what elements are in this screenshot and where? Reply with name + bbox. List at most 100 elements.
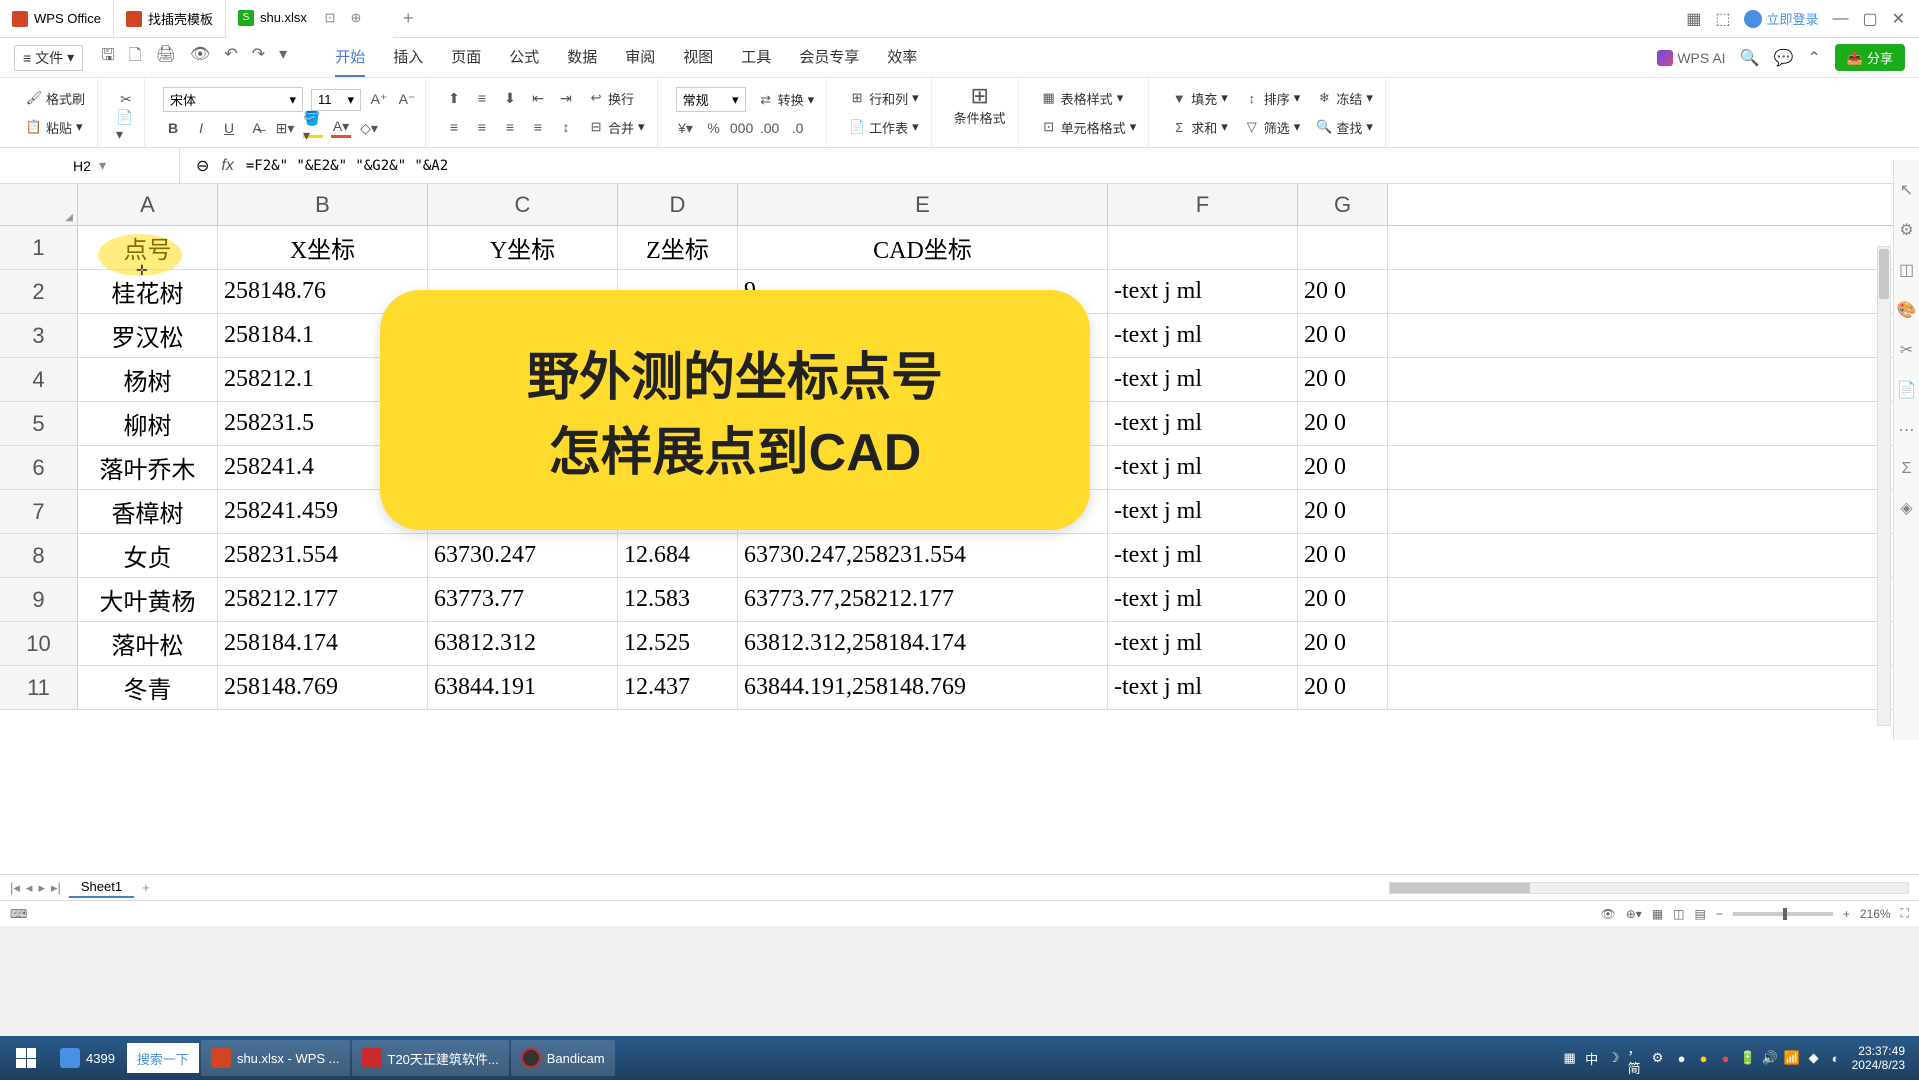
select-all-corner[interactable]	[0, 184, 78, 225]
cell[interactable]: 柳树	[78, 402, 218, 445]
tray-network-icon[interactable]: 📶	[1784, 1050, 1800, 1066]
cell[interactable]: 63844.191	[428, 666, 618, 709]
undo-icon[interactable]: ↶	[224, 44, 237, 71]
col-header-g[interactable]: G	[1298, 184, 1388, 225]
target-icon[interactable]: ⊕▾	[1626, 907, 1642, 921]
tab-data[interactable]: 数据	[567, 38, 597, 77]
zoom-in-icon[interactable]: +	[1843, 907, 1850, 921]
align-center-icon[interactable]: ≡	[472, 117, 492, 137]
row-header[interactable]: 4	[0, 358, 78, 401]
zoom-level[interactable]: 216%	[1860, 907, 1891, 921]
currency-icon[interactable]: ¥▾	[676, 118, 696, 138]
tray-grid-icon[interactable]: ▦	[1562, 1050, 1578, 1066]
template-tab[interactable]: 找插壳模板	[114, 0, 226, 38]
fullscreen-icon[interactable]: ⛶	[1901, 906, 1909, 921]
sidebar-chart-icon[interactable]: 🎨	[1897, 300, 1917, 320]
underline-icon[interactable]: U	[219, 118, 239, 138]
minimize-button[interactable]: —	[1832, 10, 1848, 28]
cell[interactable]: 20 0	[1298, 622, 1388, 665]
cell[interactable]: 落叶松	[78, 622, 218, 665]
tray-icon-3[interactable]: ◆	[1806, 1050, 1822, 1066]
bold-icon[interactable]: B	[163, 118, 183, 138]
cell[interactable]: 香樟树	[78, 490, 218, 533]
cell[interactable]: 12.525	[618, 622, 738, 665]
sidebar-file-icon[interactable]: 📄	[1897, 380, 1917, 400]
tray-keyboard-icon[interactable]: ，简	[1628, 1050, 1644, 1066]
cell[interactable]: 12.437	[618, 666, 738, 709]
col-header-b[interactable]: B	[218, 184, 428, 225]
col-header-d[interactable]: D	[618, 184, 738, 225]
cell[interactable]: -text j ml	[1108, 402, 1298, 445]
cell[interactable]: 20 0	[1298, 270, 1388, 313]
tab-efficiency[interactable]: 效率	[887, 38, 917, 77]
horizontal-scrollbar[interactable]	[1389, 882, 1909, 894]
print-preview-icon[interactable]: 🗋	[129, 44, 142, 71]
file-menu[interactable]: ≡文件▾	[14, 45, 83, 71]
app-tab-wps[interactable]: WPS Office	[0, 0, 114, 38]
row-header[interactable]: 8	[0, 534, 78, 577]
cell[interactable]: 女贞	[78, 534, 218, 577]
zoom-icon[interactable]: ⊖	[196, 156, 209, 176]
collapse-ribbon-icon[interactable]: ⌃	[1807, 48, 1820, 68]
align-justify-icon[interactable]: ≡	[528, 117, 548, 137]
tab-view[interactable]: 视图	[683, 38, 713, 77]
tab-member[interactable]: 会员专享	[799, 38, 859, 77]
taskbar-bandicam[interactable]: Bandicam	[511, 1040, 615, 1076]
paste-button[interactable]: 📋粘贴▾	[22, 116, 87, 139]
tab-pin-icon[interactable]: ⊕	[347, 9, 365, 27]
cell[interactable]: 63773.77	[428, 578, 618, 621]
tray-gear-icon[interactable]: ⚙	[1650, 1050, 1666, 1066]
sheet-prev-icon[interactable]: ◂	[26, 880, 33, 896]
cell-format-button[interactable]: ⊡单元格格式▾	[1037, 116, 1141, 139]
sidebar-style-icon[interactable]: ◫	[1899, 260, 1914, 280]
tab-formula[interactable]: 公式	[509, 38, 539, 77]
copy-icon[interactable]: 📄▾	[116, 116, 136, 136]
wps-ai-button[interactable]: WPS AI	[1657, 50, 1725, 66]
cell[interactable]: 罗汉松	[78, 314, 218, 357]
dropdown-icon[interactable]: ▾	[279, 44, 287, 71]
formula-input[interactable]: =F2&" "&E2&" "&G2&" "&A2	[246, 158, 448, 174]
decrease-decimal-icon[interactable]: .0	[788, 118, 808, 138]
tab-page[interactable]: 页面	[451, 38, 481, 77]
sidebar-more-icon[interactable]: ⋯	[1899, 420, 1915, 440]
col-header-c[interactable]: C	[428, 184, 618, 225]
cell[interactable]: -text j ml	[1108, 578, 1298, 621]
comma-icon[interactable]: 000	[732, 118, 752, 138]
row-header[interactable]: 3	[0, 314, 78, 357]
cell[interactable]: 杨树	[78, 358, 218, 401]
wrap-button[interactable]: ↩换行	[584, 87, 638, 110]
align-top-icon[interactable]: ⬆	[444, 88, 464, 108]
merge-button[interactable]: ⊟合并▾	[584, 116, 649, 139]
add-sheet-button[interactable]: +	[142, 880, 150, 895]
start-button[interactable]	[4, 1048, 48, 1068]
tab-start[interactable]: 开始	[335, 38, 365, 77]
taskbar-cad[interactable]: T20天正建筑软件...	[352, 1040, 509, 1076]
name-box[interactable]: H2▾	[0, 148, 180, 183]
sidebar-sigma-icon[interactable]: Σ	[1902, 460, 1912, 478]
worksheet-button[interactable]: 📄工作表▾	[845, 116, 923, 139]
sheet-tab[interactable]: Sheet1	[69, 877, 134, 898]
share-button[interactable]: 📤分享	[1835, 44, 1905, 71]
cell[interactable]: Y坐标	[428, 226, 618, 269]
cell[interactable]: 点号	[78, 226, 218, 269]
decrease-font-icon[interactable]: A⁻	[397, 90, 417, 110]
cell[interactable]: 桂花树	[78, 270, 218, 313]
sidebar-settings-icon[interactable]: ⚙	[1899, 220, 1913, 240]
cell[interactable]: 20 0	[1298, 402, 1388, 445]
cell[interactable]: 20 0	[1298, 490, 1388, 533]
cell[interactable]: 63812.312	[428, 622, 618, 665]
row-header[interactable]: 11	[0, 666, 78, 709]
message-icon[interactable]: 💬	[1773, 48, 1793, 68]
align-middle-icon[interactable]: ≡	[472, 88, 492, 108]
view-normal-icon[interactable]: ▦	[1652, 907, 1663, 921]
view-break-icon[interactable]: ▤	[1695, 907, 1706, 921]
tray-moon-icon[interactable]: ☽	[1606, 1050, 1622, 1066]
cell[interactable]: 63812.312,258184.174	[738, 622, 1108, 665]
border-icon[interactable]: ⊞▾	[275, 118, 295, 138]
cell[interactable]: -text j ml	[1108, 490, 1298, 533]
cell[interactable]: -text j ml	[1108, 446, 1298, 489]
cell[interactable]: 20 0	[1298, 358, 1388, 401]
increase-decimal-icon[interactable]: .00	[760, 118, 780, 138]
indent-left-icon[interactable]: ⇤	[528, 88, 548, 108]
login-button[interactable]: 立即登录	[1744, 9, 1818, 28]
